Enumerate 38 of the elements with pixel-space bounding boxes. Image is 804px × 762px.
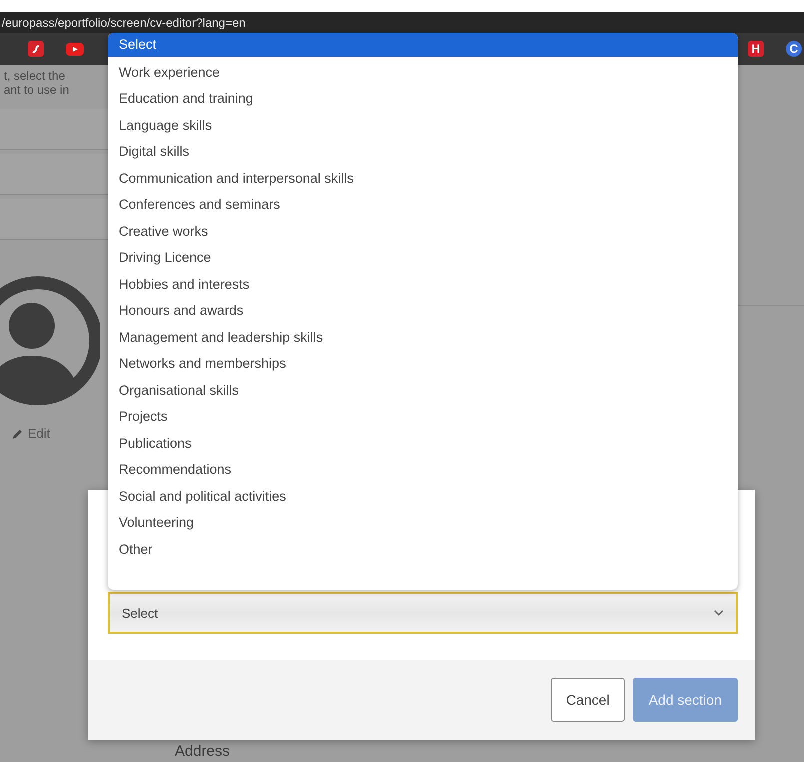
dropdown-option[interactable]: Creative works <box>108 218 738 245</box>
dropdown-option[interactable]: Language skills <box>108 112 738 139</box>
dropdown-option[interactable]: Organisational skills <box>108 378 738 404</box>
dropdown-option[interactable]: Driving Licence <box>108 245 738 272</box>
dropdown-option[interactable]: Communication and interpersonal skills <box>108 166 738 192</box>
dropdown-option[interactable]: Hobbies and interests <box>108 272 738 298</box>
dropdown-option[interactable]: Volunteering <box>108 510 738 536</box>
edit-text: Edit <box>28 426 50 441</box>
video-play-icon[interactable] <box>66 42 84 56</box>
cancel-button[interactable]: Cancel <box>551 678 625 722</box>
dropdown-option[interactable]: Management and leadership skills <box>108 324 738 351</box>
dropdown-option[interactable]: Social and political activities <box>108 484 738 510</box>
intro-text: ant to use in <box>3 83 70 97</box>
dropdown-option[interactable]: Other <box>108 536 738 563</box>
dropdown-option[interactable]: Digital skills <box>108 139 738 166</box>
dropdown-option[interactable]: Conferences and seminars <box>108 192 738 218</box>
dropdown-option[interactable]: Projects <box>108 404 738 430</box>
section-select[interactable]: Select <box>108 592 738 634</box>
input-field[interactable] <box>0 154 108 195</box>
dropdown-option[interactable]: Networks and memberships <box>108 351 738 378</box>
dropdown-option[interactable]: Publications <box>108 430 738 457</box>
pencil-icon <box>12 428 24 440</box>
avatar-icon <box>0 274 100 408</box>
chevron-down-icon <box>714 610 724 616</box>
app-icon[interactable] <box>28 41 44 57</box>
dropdown-option[interactable]: Select <box>108 33 738 57</box>
dropdown-option[interactable]: Recommendations <box>108 457 738 484</box>
dropdown-option[interactable]: Work experience <box>108 60 738 86</box>
dropdown-option[interactable]: Education and training <box>108 86 738 112</box>
address-bar[interactable]: /europass/eportfolio/screen/cv-editor?lang=en <box>0 12 804 33</box>
extension-icon[interactable]: H <box>748 41 764 57</box>
dropdown-option[interactable]: Honours and awards <box>108 298 738 324</box>
address-label: Address <box>175 743 230 760</box>
url-text: /europass/eportfolio/screen/cv-editor?lang=en <box>2 16 246 30</box>
intro-text: t, select the <box>3 69 66 83</box>
input-field[interactable] <box>0 109 108 150</box>
extension-icon[interactable]: C <box>786 41 802 57</box>
input-field[interactable] <box>0 199 108 240</box>
